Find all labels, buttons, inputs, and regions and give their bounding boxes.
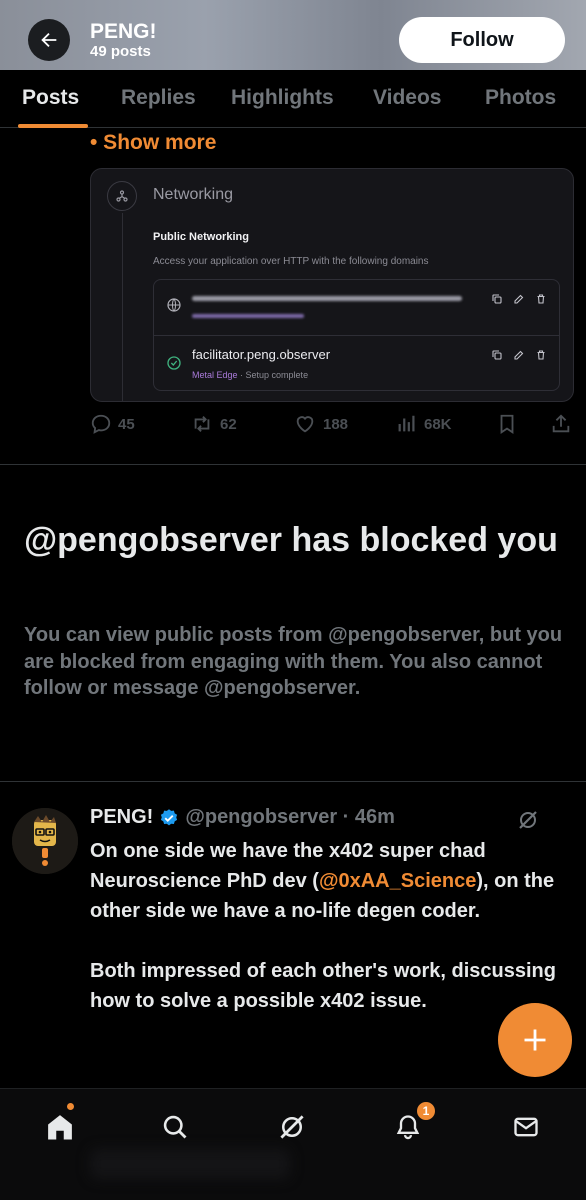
tab-posts[interactable]: Posts [22,86,79,110]
notification-badge: 1 [416,1101,436,1121]
bookmark-action[interactable] [496,413,518,435]
author-name[interactable]: PENG! [90,806,153,829]
edge-label: Metal Edge [192,370,238,380]
nav-search[interactable] [155,1107,195,1147]
blurred-background [90,1149,290,1179]
repost-icon [194,416,210,432]
tab-photos[interactable]: Photos [485,86,556,110]
trash-icon[interactable] [535,293,547,305]
mention-link[interactable]: @0xAA_Science [319,870,476,892]
reply-action[interactable]: 45 [90,413,135,435]
like-count: 188 [323,415,349,433]
domain-row: facilitator.peng.observer Metal Edge · S… [154,336,559,392]
blocked-description: You can view public posts from @pengobse… [24,624,563,699]
domain-row-actions [491,293,547,305]
avatar[interactable] [12,808,78,874]
bottom-navigation: 1 [0,1088,586,1200]
repost-action[interactable]: 62 [190,413,237,435]
post-body: On one side we have the x402 super chad … [90,836,560,1016]
tab-videos[interactable]: Videos [373,86,441,110]
copy-icon[interactable] [491,293,503,305]
networking-heading: Networking [153,186,234,203]
nav-home[interactable] [40,1107,80,1147]
post-count: 49 posts [90,43,151,60]
public-networking-title: Public Networking [153,231,249,243]
bookmark-icon [500,414,514,434]
nav-grok[interactable] [272,1107,312,1147]
arrow-left-icon [41,32,57,48]
reply-icon [91,414,111,434]
profile-name: PENG! [90,20,157,43]
reply-count: 45 [118,415,135,433]
domain-list: facilitator.peng.observer Metal Edge · S… [153,279,560,391]
heart-icon [296,416,314,433]
grok-icon [280,1115,304,1139]
post-header: PENG! @pengobserver · 46m [90,806,395,829]
tab-highlights[interactable]: Highlights [231,86,334,110]
back-button[interactable] [28,19,70,61]
home-notification-dot [67,1103,74,1110]
domain-name: facilitator.peng.observer [192,347,331,362]
post-paragraph: On one side we have the x402 super chad … [90,836,560,926]
trash-icon[interactable] [535,349,547,361]
views-count: 68K [424,415,452,433]
author-handle-time: @pengobserver · 46m [185,806,395,828]
divider [0,464,586,465]
redacted-domain-text [192,296,462,301]
post-image[interactable]: Networking Public Networking Access your… [90,168,574,402]
domain-status: Metal Edge · Setup complete [192,370,308,380]
plus-icon [524,1029,546,1051]
share-icon [552,414,570,433]
nav-messages[interactable] [506,1107,546,1147]
verified-badge-icon [161,808,178,825]
domain-row-actions [491,349,547,361]
profile-header: PENG! 49 posts Follow [0,0,586,70]
follow-button[interactable]: Follow [399,17,565,63]
mail-icon [514,1117,538,1137]
grok-icon[interactable] [516,808,540,832]
timeline-line [122,213,123,401]
domain-row-redacted [154,280,559,336]
profile-tabs: Posts Replies Highlights Videos Photos [0,70,586,128]
home-icon [48,1115,72,1140]
tab-replies[interactable]: Replies [121,86,196,110]
active-tab-indicator [18,124,88,128]
blocked-title: @pengobserver has blocked you [24,521,558,559]
repost-count: 62 [220,415,237,433]
copy-icon[interactable] [491,349,503,361]
setup-status: · Setup complete [237,370,309,380]
public-networking-description: Access your application over HTTP with t… [153,256,429,267]
views-icon [398,415,415,432]
like-action[interactable]: 188 [293,413,348,435]
redacted-domain-status [192,314,304,318]
views-action[interactable]: 68K [396,413,452,435]
compose-button[interactable] [498,1003,572,1077]
network-icon [107,181,137,211]
show-more-link[interactable]: • Show more [90,131,216,155]
search-icon [163,1115,187,1139]
check-circle-icon [167,356,181,370]
edit-icon[interactable] [513,349,525,361]
post-action-bar: 45 62 188 68K [90,413,580,443]
edit-icon[interactable] [513,293,525,305]
post-paragraph: Both impressed of each other's work, dis… [90,960,556,1012]
globe-icon [167,298,181,312]
share-action[interactable] [550,413,572,435]
divider [0,781,586,782]
